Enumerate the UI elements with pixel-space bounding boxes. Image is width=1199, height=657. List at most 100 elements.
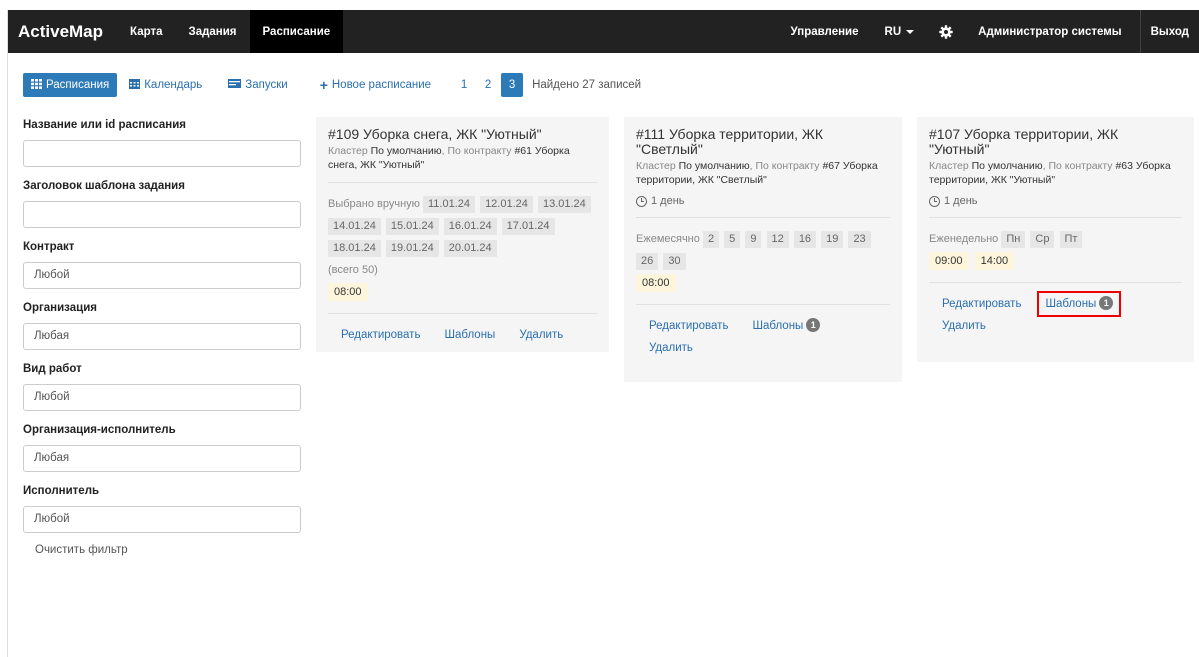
templates-link[interactable]: Шаблоны 1 xyxy=(1037,291,1122,317)
launches-label: Запуски xyxy=(245,79,288,91)
delete-link[interactable]: Удалить xyxy=(519,324,563,346)
name-filter-label: Название или id расписания xyxy=(23,119,187,131)
new-schedule-label: Новое расписание xyxy=(331,79,432,91)
time-tag: 09:00 xyxy=(929,252,969,270)
card-title[interactable]: #109 Уборка снега, ЖК "Уютный" xyxy=(328,127,597,142)
launches-button[interactable]: Запуски xyxy=(220,73,295,97)
card-title-text: Уборка территории, ЖК "Светлый" xyxy=(636,126,824,157)
nav-tasks[interactable]: Задания xyxy=(176,10,250,53)
nav-user[interactable]: Администратор системы xyxy=(965,10,1139,53)
filter-panel: Название или id расписания Заголовок шаб… xyxy=(23,117,301,556)
card-actions: Редактировать Шаблоны Удалить xyxy=(328,324,597,346)
duration: 1 день xyxy=(929,195,1182,207)
new-schedule-button[interactable]: + Новое расписание xyxy=(312,73,439,97)
date-tag: 19.01.24 xyxy=(385,240,439,257)
delete-link[interactable]: Удалить xyxy=(942,315,1158,337)
date-tag: 15.01.24 xyxy=(385,218,439,235)
worktype-select[interactable]: Любой xyxy=(23,384,301,411)
duration: 1 день xyxy=(636,195,890,207)
brand-logo[interactable]: ActiveMap xyxy=(8,10,117,53)
organization-filter-label: Организация xyxy=(23,302,97,314)
page-3-button[interactable]: 3 xyxy=(501,73,524,97)
schedule-card-111: #111 Уборка территории, ЖК "Светлый" Кла… xyxy=(624,117,902,382)
contract-id: #63 xyxy=(1115,160,1133,172)
templates-label: Шаблоны xyxy=(1045,298,1097,310)
schedule-type: Еженедельно xyxy=(929,233,999,245)
cluster-value: По умолчанию xyxy=(971,160,1043,172)
organization-select[interactable]: Любая xyxy=(23,323,301,350)
day-tag: 2 xyxy=(702,231,720,248)
templates-link[interactable]: Шаблоны xyxy=(444,324,495,346)
date-tag: 11.01.24 xyxy=(422,196,475,213)
contract-label: , По контракту xyxy=(749,160,820,172)
exec-org-filter-label: Организация-исполнитель xyxy=(23,424,176,436)
weekday-tag: Пн xyxy=(1001,231,1026,248)
date-tag: 12.01.24 xyxy=(480,196,533,213)
page-2-button[interactable]: 2 xyxy=(477,73,499,97)
templates-link[interactable]: Шаблоны 1 xyxy=(752,315,821,337)
schedule-card-109: #109 Уборка снега, ЖК "Уютный" Кластер П… xyxy=(316,117,609,352)
card-title[interactable]: #111 Уборка территории, ЖК "Светлый" xyxy=(636,127,890,157)
divider xyxy=(328,182,597,183)
card-meta: Кластер По умолчанию, По контракту #67 У… xyxy=(636,159,890,187)
nav-manage[interactable]: Управление xyxy=(778,10,872,53)
card-id: #107 xyxy=(929,126,961,142)
day-tag: 16 xyxy=(793,231,817,248)
schedule-days: Ежемесячно 2 5 9 12 16 19 23 26 30 08:00 xyxy=(636,228,890,294)
records-count: Найдено 27 записей xyxy=(532,79,642,91)
executor-filter-label: Исполнитель xyxy=(23,485,100,497)
exec-org-select[interactable]: Любая xyxy=(23,445,301,472)
calendar-icon xyxy=(129,78,141,92)
schedule-type: Ежемесячно xyxy=(636,233,700,245)
card-id: #109 xyxy=(328,126,360,142)
gear-icon[interactable] xyxy=(927,10,965,53)
top-navbar: ActiveMap Карта Задания Расписание Управ… xyxy=(8,10,1199,53)
card-actions: Редактировать Шаблоны 1 Удалить xyxy=(929,291,1182,337)
clear-filter-button[interactable]: Очистить фильтр xyxy=(35,544,301,556)
edit-link[interactable]: Редактировать xyxy=(341,324,420,346)
duration-value: 1 день xyxy=(651,195,685,207)
date-tag: 14.01.24 xyxy=(328,218,381,235)
card-actions: Редактировать Шаблоны 1 Удалить xyxy=(636,315,890,359)
day-tag: 19 xyxy=(821,231,844,248)
nav-logout[interactable]: Выход xyxy=(1141,10,1199,53)
worktype-filter-label: Вид работ xyxy=(23,363,82,375)
contract-id: #61 xyxy=(514,145,532,157)
day-tag: 30 xyxy=(663,253,686,270)
schedule-type: Выбрано вручную xyxy=(328,198,420,210)
clock-icon xyxy=(929,195,940,207)
calendar-label: Календарь xyxy=(144,79,203,91)
divider xyxy=(328,313,597,314)
contract-id: #67 xyxy=(822,160,840,172)
delete-link[interactable]: Удалить xyxy=(649,337,866,359)
cluster-label: Кластер xyxy=(328,145,368,157)
calendar-button[interactable]: Календарь xyxy=(121,73,210,97)
divider xyxy=(929,282,1182,283)
template-filter-input[interactable] xyxy=(23,201,301,228)
divider xyxy=(929,217,1182,218)
cluster-value: По умолчанию xyxy=(370,145,442,157)
cluster-value: По умолчанию xyxy=(678,160,750,172)
contract-select[interactable]: Любой xyxy=(23,262,301,289)
nav-schedule[interactable]: Расписание xyxy=(249,10,344,53)
page-1-button[interactable]: 1 xyxy=(453,73,475,97)
schedules-button[interactable]: Расписания xyxy=(23,73,118,97)
language-dropdown[interactable]: RU xyxy=(872,10,928,53)
date-tag: 13.01.24 xyxy=(537,196,591,213)
card-meta: Кластер По умолчанию, По контракту #63 У… xyxy=(929,159,1182,187)
name-filter-input[interactable] xyxy=(23,140,301,167)
schedules-label: Расписания xyxy=(46,79,110,91)
template-filter-label: Заголовок шаблона задания xyxy=(23,180,185,192)
edit-link[interactable]: Редактировать xyxy=(942,293,1021,315)
card-title[interactable]: #107 Уборка территории, ЖК "Уютный" xyxy=(929,127,1182,157)
executor-select[interactable]: Любой xyxy=(23,506,301,533)
toolbar: Расписания Календарь Запуски + Новое рас… xyxy=(23,73,641,97)
nav-map[interactable]: Карта xyxy=(117,10,175,53)
edit-link[interactable]: Редактировать xyxy=(649,315,728,337)
day-tag: 12 xyxy=(766,231,789,248)
day-tag: 5 xyxy=(724,231,741,248)
grid-icon xyxy=(31,78,42,92)
schedule-card-107: #107 Уборка территории, ЖК "Уютный" Клас… xyxy=(917,117,1194,362)
card-id: #111 xyxy=(636,126,666,142)
